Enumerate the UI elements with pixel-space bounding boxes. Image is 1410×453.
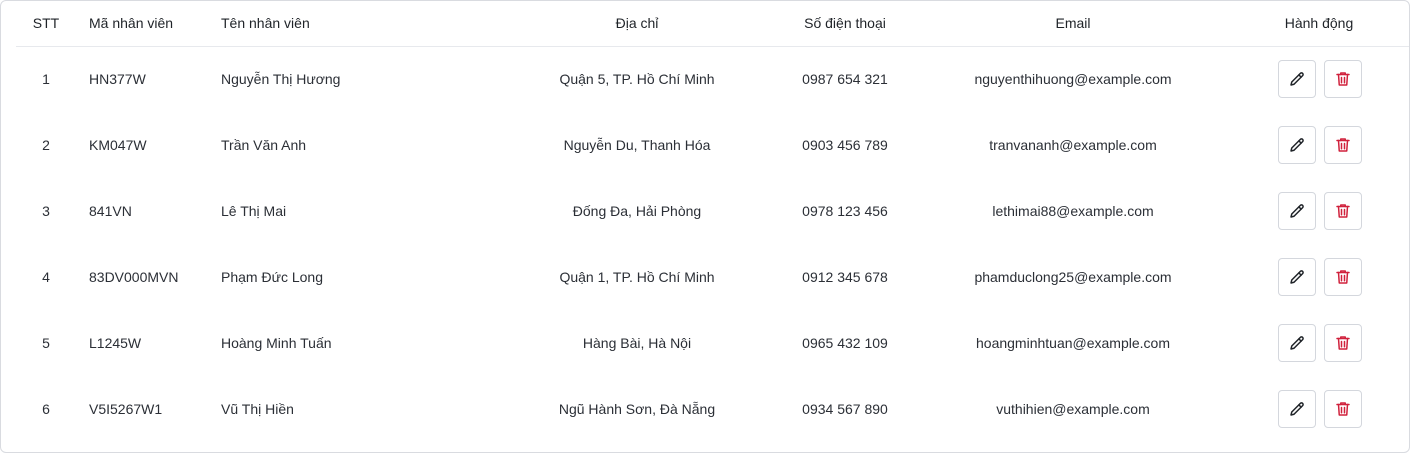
action-group [1229,324,1409,362]
delete-button[interactable] [1324,390,1362,428]
employee-table: STT Mã nhân viên Tên nhân viên Địa chỉ S… [16,1,1409,442]
cell-stt: 1 [42,71,50,88]
delete-button[interactable] [1324,192,1362,230]
header-address: Địa chỉ [615,15,659,32]
header-phone: Số điện thoại [804,15,886,32]
cell-address: Quận 5, TP. Hồ Chí Minh [559,71,715,88]
header-email: Email [1055,15,1091,32]
delete-button[interactable] [1324,324,1362,362]
cell-stt: 6 [42,401,50,417]
table-row: 1 HN377W Nguyễn Thị Hương Quận 5, TP. Hồ… [16,46,1409,112]
cell-employee-name: Hoàng Minh Tuấn [221,335,332,351]
trash-icon [1334,400,1352,418]
cell-email: tranvananh@example.com [989,137,1157,153]
header-stt: STT [32,15,60,32]
cell-employee-code: 841VN [89,203,132,219]
header-row: STT Mã nhân viên Tên nhân viên Địa chỉ S… [16,1,1409,46]
cell-employee-code: 83DV000MVN [89,269,179,285]
trash-icon [1334,268,1352,286]
action-group [1229,126,1409,164]
cell-actions [1229,376,1409,442]
cell-address: Quận 1, TP. Hồ Chí Minh [559,269,715,285]
pencil-icon [1288,334,1306,352]
table-row: 2 KM047W Trần Văn Anh Nguyễn Du, Thanh H… [16,112,1409,178]
trash-icon [1334,136,1352,154]
pencil-icon [1288,136,1306,154]
cell-stt: 5 [42,335,50,351]
cell-employee-name: Trần Văn Anh [221,137,307,153]
delete-button[interactable] [1324,126,1362,164]
cell-phone: 0987 654 321 [802,71,888,88]
cell-stt: 2 [42,137,50,153]
edit-button[interactable] [1278,60,1316,99]
action-group [1229,192,1409,230]
cell-phone: 0912 345 678 [802,269,888,285]
edit-button[interactable] [1278,390,1316,428]
cell-employee-code: V5I5267W1 [89,401,163,417]
edit-button[interactable] [1278,126,1316,164]
cell-stt: 3 [42,203,50,219]
edit-button[interactable] [1278,324,1316,362]
cell-phone: 0934 567 890 [802,401,888,417]
table-row: 5 L1245W Hoàng Minh Tuấn Hàng Bài, Hà Nộ… [16,310,1409,376]
cell-phone: 0965 432 109 [802,335,888,351]
table-row: 4 83DV000MVN Phạm Đức Long Quận 1, TP. H… [16,244,1409,310]
delete-button[interactable] [1324,258,1362,296]
table-row: 6 V5I5267W1 Vũ Thị Hiền Ngũ Hành Sơn, Đà… [16,376,1409,442]
cell-email: nguyenthihuong@example.com [974,71,1172,88]
cell-employee-code: HN377W [89,71,146,88]
cell-actions [1229,46,1409,112]
trash-icon [1334,334,1352,352]
cell-email: lethimai88@example.com [992,203,1154,219]
cell-employee-name: Phạm Đức Long [221,269,323,285]
cell-address: Nguyễn Du, Thanh Hóa [563,137,711,153]
pencil-icon [1288,400,1306,418]
employee-table-card: STT Mã nhân viên Tên nhân viên Địa chỉ S… [0,0,1410,453]
table-body: 1 HN377W Nguyễn Thị Hương Quận 5, TP. Hồ… [16,46,1409,442]
cell-employee-code: L1245W [89,335,142,351]
edit-button[interactable] [1278,258,1316,296]
cell-email: phamduclong25@example.com [974,269,1172,285]
cell-phone: 0978 123 456 [802,203,888,219]
pencil-icon [1288,268,1306,286]
trash-icon [1334,70,1352,88]
edit-button[interactable] [1278,192,1316,230]
cell-employee-code: KM047W [89,137,147,153]
cell-address: Đống Đa, Hải Phòng [572,203,702,219]
cell-employee-name: Vũ Thị Hiền [221,401,294,417]
cell-phone: 0903 456 789 [802,137,888,153]
cell-employee-name: Lê Thị Mai [221,203,287,219]
pencil-icon [1288,70,1306,88]
cell-actions [1229,310,1409,376]
cell-actions [1229,178,1409,244]
table-header: STT Mã nhân viên Tên nhân viên Địa chỉ S… [16,1,1409,46]
header-employee-name: Tên nhân viên [221,15,310,32]
cell-email: vuthihien@example.com [996,401,1150,417]
action-group [1229,60,1409,99]
cell-stt: 4 [42,269,50,285]
table-row: 3 841VN Lê Thị Mai Đống Đa, Hải Phòng 09… [16,178,1409,244]
cell-actions [1229,244,1409,310]
trash-icon [1334,202,1352,220]
pencil-icon [1288,202,1306,220]
cell-employee-name: Nguyễn Thị Hương [221,71,341,88]
cell-address: Hàng Bài, Hà Nội [582,335,692,351]
header-employee-code: Mã nhân viên [89,15,174,32]
delete-button[interactable] [1324,60,1362,99]
cell-email: hoangminhtuan@example.com [976,335,1170,351]
action-group [1229,390,1409,428]
cell-actions [1229,112,1409,178]
cell-address: Ngũ Hành Sơn, Đà Nẵng [558,401,716,417]
header-actions: Hành động [1284,15,1354,32]
action-group [1229,258,1409,296]
